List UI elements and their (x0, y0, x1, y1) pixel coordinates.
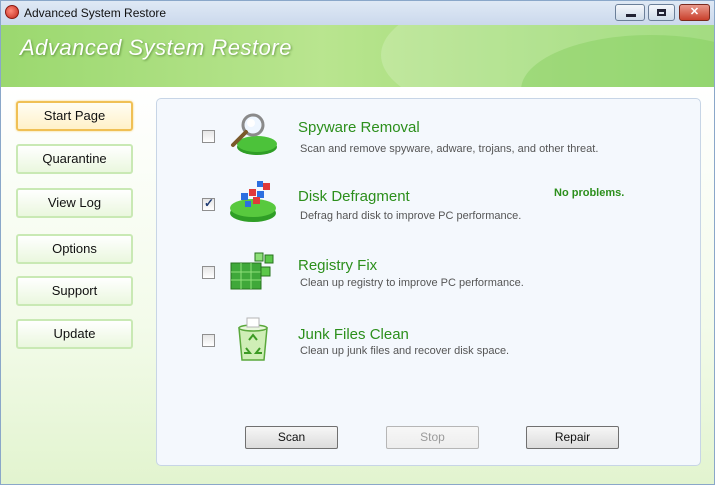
recycle-bin-icon (238, 317, 268, 361)
banner-title: Advanced System Restore (20, 35, 292, 60)
junk-files-clean-checkbox[interactable] (202, 334, 215, 347)
nav-start-page-button[interactable]: Start Page (16, 101, 133, 131)
disk-defragment-title: Disk Defragment (298, 188, 410, 205)
close-icon: ✕ (689, 6, 700, 18)
title-bar[interactable]: Advanced System Restore ✕ (1, 1, 714, 26)
registry-fix-title: Registry Fix (298, 257, 378, 274)
main-content: Start Page Quarantine View Log Options S… (1, 87, 714, 484)
app-window: Advanced System Restore ✕ Advanced Syste… (0, 0, 715, 485)
stop-button[interactable]: Stop (386, 426, 479, 449)
junk-files-clean-title: Junk Files Clean (298, 326, 409, 343)
app-logo-icon (5, 5, 19, 19)
nav-view-log-button[interactable]: View Log (16, 188, 133, 218)
disk-defragment-description: Defrag hard disk to improve PC performan… (300, 210, 522, 222)
magnifier-icon (231, 113, 277, 155)
nav-support-button[interactable]: Support (16, 276, 133, 306)
disk-defrag-icon (230, 181, 276, 222)
registry-fix-description: Clean up registry to improve PC performa… (300, 277, 524, 289)
disk-defragment-checkbox[interactable]: ✓ (202, 196, 215, 211)
minimize-icon (626, 14, 636, 17)
registry-fix-checkbox[interactable] (202, 266, 215, 279)
scan-button[interactable]: Scan (245, 426, 338, 449)
window-title: Advanced System Restore (24, 6, 167, 20)
header-banner: Advanced System Restore (1, 25, 714, 87)
maximize-button[interactable] (648, 4, 675, 21)
spyware-removal-checkbox[interactable] (202, 130, 215, 143)
registry-blocks-icon (230, 252, 274, 290)
spyware-removal-title: Spyware Removal (298, 119, 420, 136)
nav-update-button[interactable]: Update (16, 319, 133, 349)
task-panel: Spyware Removal Scan and remove spyware,… (156, 98, 701, 466)
spyware-removal-description: Scan and remove spyware, adware, trojans… (300, 143, 599, 155)
minimize-button[interactable] (615, 4, 645, 21)
nav-options-button[interactable]: Options (16, 234, 133, 264)
close-button[interactable]: ✕ (679, 4, 710, 21)
checkmark-icon: ✓ (204, 196, 215, 210)
nav-quarantine-button[interactable]: Quarantine (16, 144, 133, 174)
maximize-icon (657, 9, 666, 16)
repair-button[interactable]: Repair (526, 426, 619, 449)
disk-defragment-status: No problems. (554, 187, 625, 199)
junk-files-clean-description: Clean up junk files and recover disk spa… (300, 345, 510, 357)
